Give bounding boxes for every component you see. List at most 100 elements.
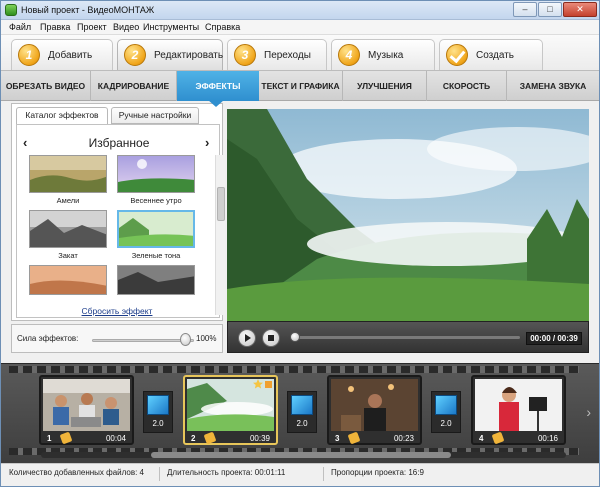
effect-preview-image (118, 156, 194, 192)
category-title: Избранное (88, 136, 150, 150)
pencil-icon[interactable] (59, 431, 73, 445)
maximize-button[interactable]: □ (538, 2, 562, 17)
tab-manual-settings[interactable]: Ручные настройки (111, 107, 199, 124)
strength-label: Сила эффектов: (17, 334, 79, 343)
effect-thumbnail[interactable] (117, 155, 195, 193)
menu-project[interactable]: Проект (77, 22, 107, 32)
player-controls: 00:00 / 00:39 (227, 321, 589, 353)
effect-label: Амели (56, 196, 80, 205)
clip-1-image (43, 379, 130, 431)
status-duration: Длительность проекта: 00:01:11 (167, 468, 286, 477)
transition-duration: 2.0 (440, 419, 452, 428)
scroll-right-icon[interactable]: › (586, 404, 591, 420)
strength-slider-handle[interactable] (180, 333, 191, 346)
transition-duration: 2.0 (296, 419, 308, 428)
effect-preview-image (30, 266, 106, 294)
scrollbar-thumb[interactable] (151, 452, 451, 458)
effect-preview-image (119, 212, 193, 246)
effect-thumbnail[interactable] (29, 210, 107, 248)
clip-number: 4 (479, 434, 484, 443)
tab-audio-replace[interactable]: ЗАМЕНА ЗВУКА (507, 71, 599, 101)
star-icon[interactable] (253, 379, 273, 389)
clip-number: 2 (191, 434, 196, 443)
clip-4[interactable]: 4 00:16 (471, 375, 566, 445)
step-number-badge: 4 (338, 44, 360, 66)
menu-help[interactable]: Справка (205, 22, 240, 32)
clip-number: 3 (335, 434, 340, 443)
effect-thumbnail-selected[interactable] (117, 210, 195, 248)
pencil-icon[interactable] (491, 431, 505, 445)
tab-trim[interactable]: ОБРЕЗАТЬ ВИДЕО (1, 71, 91, 101)
tab-text-graphics[interactable]: ТЕКСТ И ГРАФИКА (259, 71, 343, 101)
clip-3-image (331, 379, 418, 431)
step-label: Музыка (368, 50, 404, 61)
chevron-right-icon[interactable]: › (205, 135, 209, 150)
tab-crop[interactable]: КАДРИРОВАНИЕ (91, 71, 177, 101)
step-label: Переходы (264, 50, 311, 61)
strength-value: 100% (196, 334, 217, 343)
effects-panel: Каталог эффектов Ручные настройки ‹ Избр… (11, 103, 225, 321)
reset-effect-link[interactable]: Сбросить эффект (1, 306, 233, 316)
scrollbar-thumb[interactable] (217, 187, 225, 221)
clip-thumbnail (331, 379, 418, 431)
step-number-badge: 2 (124, 44, 146, 66)
minimize-button[interactable]: – (513, 2, 537, 17)
step-transitions[interactable]: 3 Переходы (227, 39, 327, 70)
menu-video[interactable]: Видео (113, 22, 139, 32)
tab-effects-catalog[interactable]: Каталог эффектов (16, 107, 108, 125)
tab-speed[interactable]: СКОРОСТЬ (427, 71, 507, 101)
effects-catalog: ‹ Избранное › Амели Весеннее утро Закат … (16, 124, 225, 318)
step-label: Редактировать (154, 50, 224, 61)
menu-tools[interactable]: Инструменты (143, 22, 199, 32)
app-icon (5, 4, 17, 16)
strength-slider[interactable] (92, 339, 194, 342)
menu-file[interactable]: Файл (9, 22, 31, 32)
tab-enhance[interactable]: УЛУЧШЕНИЯ (343, 71, 427, 101)
effects-scrollbar[interactable] (215, 155, 225, 315)
close-button[interactable]: ✕ (563, 2, 597, 17)
clip-thumbnail (475, 379, 562, 431)
effect-thumbnail[interactable] (29, 155, 107, 193)
clip-2-selected[interactable]: 2 00:39 (183, 375, 278, 445)
stop-button[interactable] (262, 329, 280, 347)
play-icon (245, 334, 251, 342)
step-add[interactable]: 1 Добавить (11, 39, 113, 70)
pencil-icon[interactable] (347, 431, 361, 445)
effect-strength-control: Сила эффектов: 100% (11, 324, 223, 353)
edit-tabs: ОБРЕЗАТЬ ВИДЕО КАДРИРОВАНИЕ ЭФФЕКТЫ ТЕКС… (1, 70, 599, 101)
effect-label: Закат (58, 251, 78, 260)
effect-thumbnail[interactable] (117, 265, 195, 295)
timeline-scrollbar[interactable] (41, 452, 566, 458)
pencil-icon[interactable] (203, 431, 217, 445)
video-preview (227, 109, 589, 321)
effect-label: Зеленые тона (131, 251, 181, 260)
seek-bar[interactable] (292, 336, 520, 339)
effect-preview-image (30, 156, 106, 192)
effect-preview-image (30, 211, 106, 247)
tab-effects[interactable]: ЭФФЕКТЫ (177, 71, 259, 101)
clip-3[interactable]: 3 00:23 (327, 375, 422, 445)
effect-thumbnail[interactable] (29, 265, 107, 295)
menu-edit[interactable]: Правка (40, 22, 70, 32)
app-window: Новый проект - ВидеоМОНТАЖ – □ ✕ Файл Пр… (0, 0, 600, 487)
transition-1[interactable]: 2.0 (143, 391, 173, 433)
window-title: Новый проект - ВидеоМОНТАЖ (21, 5, 155, 15)
active-tab-pointer (208, 100, 224, 107)
step-create[interactable]: Создать (439, 39, 543, 70)
title-bar: Новый проект - ВидеоМОНТАЖ – □ ✕ (1, 1, 599, 20)
preview-frame-image (227, 109, 589, 321)
effect-preview-image (118, 266, 194, 294)
clip-1[interactable]: 1 00:04 (39, 375, 134, 445)
status-divider (323, 467, 324, 481)
menu-bar: Файл Правка Проект Видео Инструменты Спр… (1, 20, 599, 35)
step-music[interactable]: 4 Музыка (331, 39, 435, 70)
transition-3[interactable]: 2.0 (431, 391, 461, 433)
transition-icon (147, 395, 169, 415)
seek-handle[interactable] (290, 332, 300, 342)
play-button[interactable] (238, 329, 256, 347)
status-files-count: Количество добавленных файлов: 4 (9, 468, 144, 477)
step-edit[interactable]: 2 Редактировать (117, 39, 223, 72)
effect-label: Весеннее утро (130, 196, 182, 205)
transition-2[interactable]: 2.0 (287, 391, 317, 433)
step-number-badge: 3 (234, 44, 256, 66)
